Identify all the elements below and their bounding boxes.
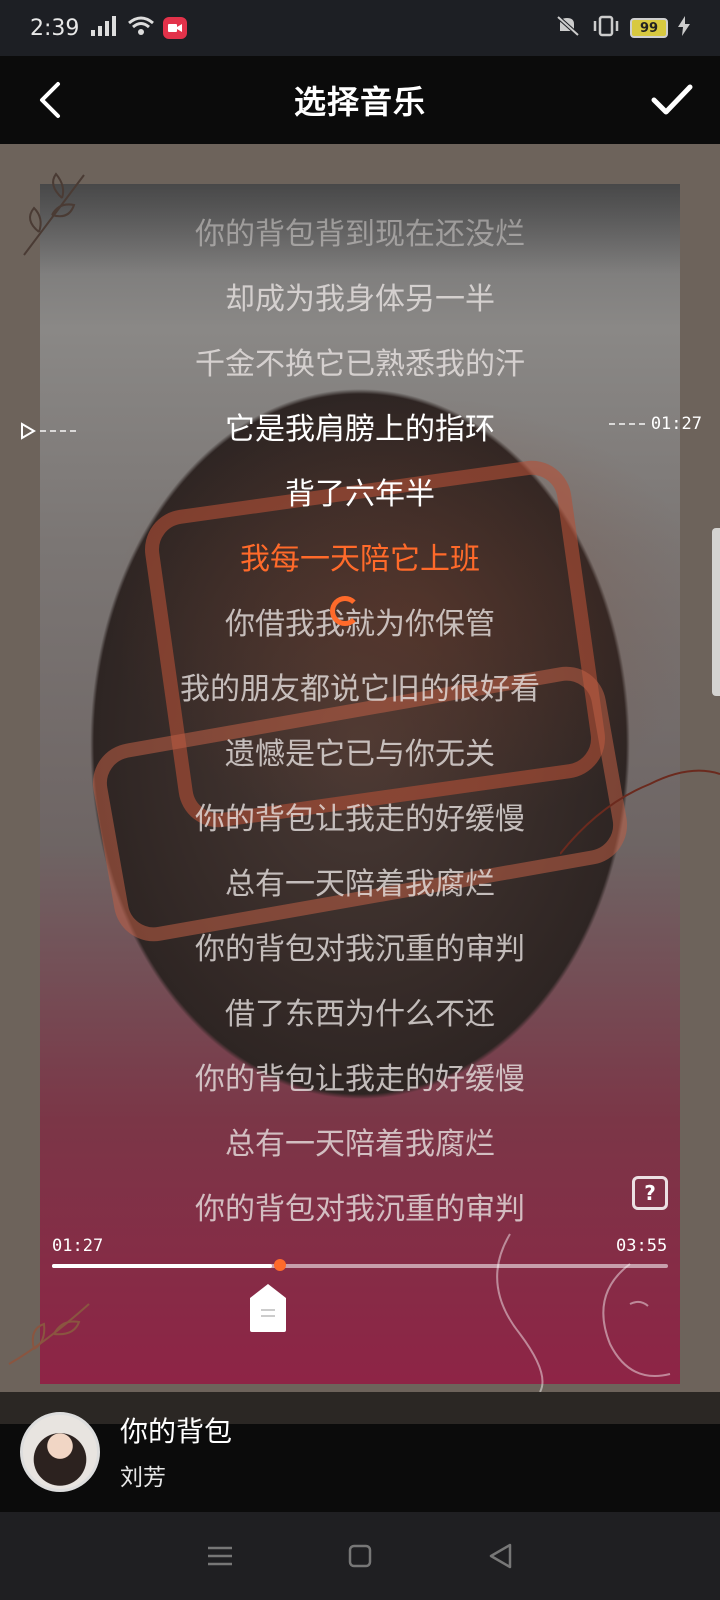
lyric-line[interactable]: 你的背包对我沉重的审判 bbox=[40, 1177, 680, 1242]
back-button[interactable] bbox=[26, 76, 74, 124]
screen-record-icon bbox=[163, 17, 188, 39]
header: 选择音乐 bbox=[0, 56, 720, 144]
lyric-line[interactable]: 借了东西为什么不还 bbox=[40, 982, 680, 1047]
current-time: 01:27 bbox=[52, 1236, 104, 1256]
status-bar: 2:39 99 bbox=[0, 0, 720, 56]
lyric-line[interactable]: 它是我肩膀上的指环 bbox=[40, 397, 680, 462]
checkmark-icon bbox=[651, 84, 693, 115]
home-square-icon bbox=[348, 1544, 372, 1568]
song-info-bar bbox=[0, 1424, 720, 1512]
vibrate-icon bbox=[592, 15, 620, 41]
progress-thumb-handle[interactable] bbox=[248, 1282, 288, 1334]
lyric-line[interactable]: 你借我我就为你保管 bbox=[40, 592, 680, 657]
home-nav-button[interactable] bbox=[340, 1536, 380, 1576]
back-nav-button[interactable] bbox=[480, 1536, 520, 1576]
total-time: 03:55 bbox=[616, 1236, 668, 1256]
charging-icon bbox=[678, 16, 690, 40]
leaf-doodle-bottom-icon bbox=[8, 1303, 90, 1365]
progress-fill bbox=[52, 1264, 272, 1268]
lyric-line[interactable]: 你的背包背到现在还没烂 bbox=[40, 202, 680, 267]
lyric-line[interactable]: 却成为我身体另一半 bbox=[40, 267, 680, 332]
lyric-line[interactable]: 你的背包对我沉重的审判 bbox=[40, 917, 680, 982]
song-artist: 刘芳 bbox=[120, 1465, 166, 1491]
play-from-line-button[interactable] bbox=[20, 422, 76, 440]
signal-icon bbox=[91, 16, 119, 40]
loading-spinner-icon bbox=[330, 596, 360, 626]
lyric-line[interactable]: 总有一天陪着我腐烂 bbox=[40, 1112, 680, 1177]
lyrics-list[interactable]: 你的背包背到现在还没烂 却成为我身体另一半 千金不换它已熟悉我的汗 它是我肩膀上… bbox=[40, 202, 680, 1242]
wifi-icon bbox=[127, 15, 155, 41]
mute-icon bbox=[556, 15, 582, 41]
lyric-line[interactable]: 总有一天陪着我腐烂 bbox=[40, 852, 680, 917]
lyric-line[interactable]: 我的朋友都说它旧的很好看 bbox=[40, 657, 680, 722]
help-icon: ? bbox=[644, 1181, 656, 1205]
progress-dot[interactable] bbox=[274, 1259, 286, 1271]
help-button[interactable]: ? bbox=[632, 1176, 668, 1210]
progress-track[interactable] bbox=[52, 1259, 668, 1271]
lyric-line[interactable]: 千金不换它已熟悉我的汗 bbox=[40, 332, 680, 397]
lyric-line[interactable]: 你的背包让我走的好缓慢 bbox=[40, 1047, 680, 1112]
lyric-line[interactable]: 遗憾是它已与你无关 bbox=[40, 722, 680, 787]
side-drawer-handle[interactable] bbox=[712, 528, 720, 696]
battery-level: 99 bbox=[630, 18, 668, 38]
line-time-marker: 01:27 bbox=[608, 414, 702, 434]
battery-icon: 99 bbox=[630, 18, 668, 38]
status-time: 2:39 bbox=[30, 15, 80, 41]
song-title: 你的背包 bbox=[120, 1415, 233, 1448]
line-time-text: 01:27 bbox=[650, 414, 702, 434]
confirm-button[interactable] bbox=[646, 74, 698, 126]
lyric-line[interactable]: 你的背包让我走的好缓慢 bbox=[40, 787, 680, 852]
menu-nav-button[interactable] bbox=[200, 1536, 240, 1576]
lyric-line[interactable]: 背了六年半 bbox=[40, 462, 680, 527]
back-triangle-icon bbox=[489, 1543, 512, 1569]
lyrics-stage: 你的背包背到现在还没烂 却成为我身体另一半 千金不换它已熟悉我的汗 它是我肩膀上… bbox=[0, 144, 720, 1392]
page-title: 选择音乐 bbox=[293, 83, 426, 121]
play-icon bbox=[21, 422, 36, 440]
current-lyric-line[interactable]: 我每一天陪它上班 bbox=[40, 527, 680, 592]
system-nav-bar bbox=[0, 1512, 720, 1600]
menu-icon bbox=[208, 1546, 232, 1566]
artist-avatar bbox=[20, 1412, 100, 1492]
back-arrow-icon bbox=[40, 82, 60, 118]
